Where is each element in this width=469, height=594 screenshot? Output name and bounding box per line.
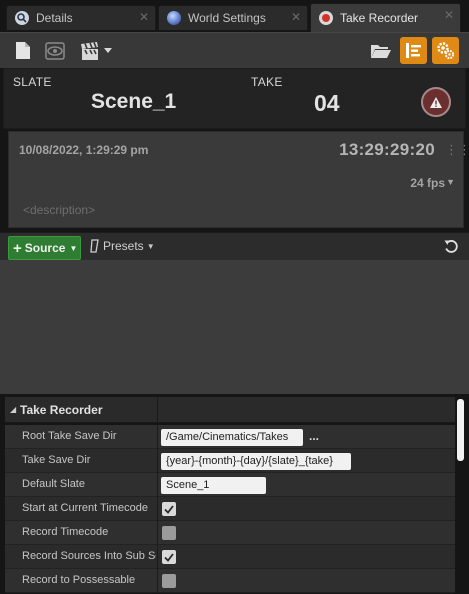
- details-panel: ◢ Take Recorder Root Take Save Dir /Game…: [0, 394, 469, 594]
- presets-label: Presets: [103, 239, 144, 253]
- tab-label: Details: [36, 11, 73, 25]
- property-name: Record Sources Into Sub Sequences: [22, 550, 156, 562]
- column-divider: [157, 473, 158, 497]
- presets-dropdown[interactable]: Presets ▼: [90, 239, 155, 253]
- chevron-down-icon: [104, 47, 112, 53]
- take-datetime: 10/08/2022, 1:29:29 pm: [19, 143, 149, 157]
- property-name: Record to Possessable: [22, 574, 136, 586]
- tab-label: Take Recorder: [340, 11, 419, 25]
- reset-icon: [444, 240, 458, 253]
- tab-bar: Details ✕ World Settings ✕ Take Recorder…: [0, 0, 469, 32]
- add-source-button[interactable]: + Source ▼: [8, 236, 81, 260]
- add-source-label: Source: [24, 241, 66, 255]
- slate-header: SLATE Scene_1 TAKE 04: [3, 68, 466, 129]
- details-icon: [15, 11, 29, 25]
- framerate-dropdown[interactable]: 24 fps: [410, 176, 445, 190]
- clapperboard-icon: [81, 41, 98, 60]
- slate-caption: SLATE: [13, 75, 52, 89]
- take-save-dir-field[interactable]: {year}-{month}-{day}/{slate}_{take}: [161, 453, 351, 470]
- open-folder-button[interactable]: [369, 38, 393, 63]
- expand-arrow-icon[interactable]: ◢: [10, 405, 16, 414]
- eye-icon: [45, 41, 65, 60]
- prop-root-take-save-dir: Root Take Save Dir /Game/Cinematics/Take…: [5, 425, 455, 449]
- sequencer-button[interactable]: [400, 37, 427, 64]
- description-field[interactable]: <description>: [23, 203, 95, 217]
- record-to-possessable-checkbox[interactable]: [162, 574, 176, 588]
- take-info-panel: 10/08/2022, 1:29:29 pm 13:29:29:20 ⋮⋮ 24…: [8, 131, 469, 228]
- prop-record-sources-into-sub-sequences: Record Sources Into Sub Sequences: [5, 545, 455, 569]
- browse-button[interactable]: ...: [309, 429, 319, 443]
- property-name: Root Take Save Dir: [22, 430, 117, 442]
- chevron-down-icon: ▼: [69, 243, 78, 253]
- close-icon[interactable]: ✕: [139, 10, 149, 24]
- column-divider: [157, 449, 158, 473]
- category-take-recorder[interactable]: ◢ Take Recorder: [5, 397, 455, 423]
- prop-take-save-dir: Take Save Dir {year}-{month}-{day}/{slat…: [5, 449, 455, 473]
- record-icon: [319, 11, 333, 25]
- property-name: Record Timecode: [22, 526, 109, 538]
- prop-record-to-possessable: Record to Possessable: [5, 569, 455, 593]
- sequencer-icon: [406, 43, 421, 58]
- column-divider: [157, 521, 158, 545]
- globe-icon: [167, 11, 181, 25]
- property-name: Default Slate: [22, 478, 85, 490]
- tab-label: World Settings: [188, 11, 266, 25]
- column-divider[interactable]: [157, 397, 158, 423]
- column-divider: [157, 425, 158, 449]
- new-take-button[interactable]: [12, 38, 34, 63]
- folder-open-icon: [371, 45, 391, 58]
- start-at-current-timecode-checkbox[interactable]: [162, 502, 176, 516]
- record-timecode-checkbox[interactable]: [162, 526, 176, 540]
- close-icon[interactable]: ✕: [444, 8, 454, 22]
- sources-toolbar: + Source ▼ Presets ▼: [0, 232, 469, 260]
- review-button[interactable]: [42, 38, 68, 63]
- take-number[interactable]: 04: [314, 90, 340, 117]
- timecode-readout: 13:29:29:20: [339, 140, 435, 159]
- preset-icon: [90, 239, 99, 253]
- reset-button[interactable]: [444, 239, 459, 257]
- default-slate-field[interactable]: Scene_1: [161, 477, 266, 494]
- category-label: Take Recorder: [20, 403, 103, 417]
- drag-handle-icon[interactable]: ⋮⋮: [445, 142, 469, 158]
- details-scrollbar[interactable]: [457, 399, 464, 461]
- chevron-down-icon[interactable]: ▼: [446, 177, 455, 187]
- tab-details[interactable]: Details ✕: [6, 5, 156, 30]
- prop-default-slate: Default Slate Scene_1: [5, 473, 455, 497]
- column-divider: [157, 569, 158, 593]
- prop-start-at-current-timecode: Start at Current Timecode: [5, 497, 455, 521]
- prop-record-timecode: Record Timecode: [5, 521, 455, 545]
- property-name: Take Save Dir: [22, 454, 91, 466]
- column-divider: [157, 545, 158, 569]
- gear-icon: [437, 42, 455, 60]
- take-caption: TAKE: [251, 75, 283, 89]
- chevron-down-icon: ▼: [146, 241, 155, 251]
- tab-world-settings[interactable]: World Settings ✕: [158, 5, 308, 30]
- slate-name[interactable]: Scene_1: [91, 90, 176, 114]
- checkmark-icon: [164, 552, 174, 562]
- plus-icon: +: [13, 239, 22, 257]
- record-status-button[interactable]: [421, 87, 451, 117]
- root-take-save-dir-field[interactable]: /Game/Cinematics/Takes: [161, 429, 303, 446]
- tab-take-recorder[interactable]: Take Recorder ✕: [310, 3, 461, 32]
- record-sources-into-sub-sequences-checkbox[interactable]: [162, 550, 176, 564]
- settings-button[interactable]: [432, 37, 459, 64]
- warning-icon: [430, 96, 442, 108]
- clapper-menu-button[interactable]: [78, 38, 114, 63]
- document-icon: [16, 42, 30, 59]
- property-name: Start at Current Timecode: [22, 502, 148, 514]
- toolbar: [0, 32, 469, 68]
- close-icon[interactable]: ✕: [291, 10, 301, 24]
- checkmark-icon: [164, 504, 174, 514]
- column-divider: [157, 497, 158, 521]
- sources-list[interactable]: [0, 260, 469, 394]
